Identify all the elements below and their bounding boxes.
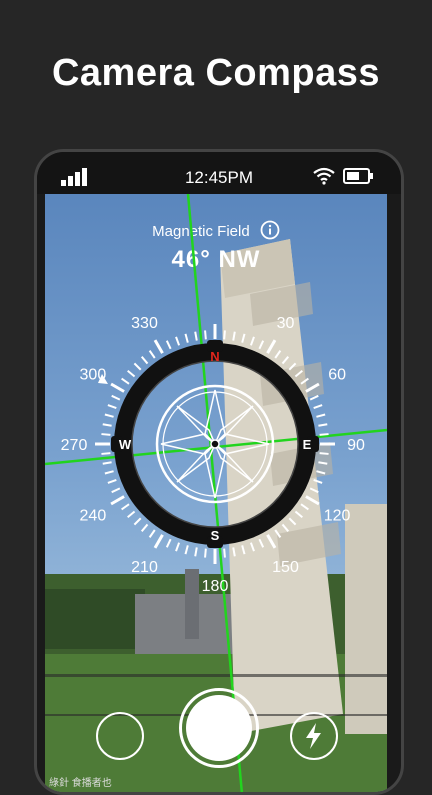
compass-tick: [121, 503, 130, 511]
degree-label-330: 330: [131, 315, 158, 332]
compass-tick: [223, 548, 226, 558]
compass-tick: [153, 534, 164, 549]
compass-tick: [319, 452, 329, 455]
compass-tick: [266, 534, 277, 549]
cardinal-e: E: [303, 437, 312, 452]
compass-tick: [309, 487, 319, 494]
compass-tick: [127, 369, 136, 378]
compass-tick: [316, 470, 326, 475]
compass-tick: [101, 452, 111, 455]
compass-tick: [111, 487, 121, 494]
compass-tick: [102, 461, 112, 465]
compass-tick: [318, 461, 328, 465]
compass-tick: [184, 333, 189, 343]
compass-tick: [309, 394, 319, 401]
compass-tick: [313, 404, 323, 410]
degree-label-120: 120: [324, 508, 351, 525]
compass-tick: [153, 339, 164, 354]
wifi-icon: [313, 167, 335, 185]
phone-frame: 12:45PM Magnetic Field 46° NW N E S W 30…: [34, 149, 404, 795]
compass-tick: [104, 470, 114, 475]
compass-tick: [319, 433, 329, 436]
compass-tick: [294, 369, 303, 378]
compass-tick: [241, 333, 246, 343]
compass-tick: [274, 350, 282, 359]
compass-tick: [148, 350, 156, 359]
compass-tick: [258, 340, 265, 350]
compass-tick: [305, 382, 320, 393]
compass-tick: [133, 362, 142, 371]
compass-tick: [194, 547, 198, 557]
compass-tick: [148, 529, 156, 538]
compass-tick: [249, 336, 255, 346]
degree-label-90: 90: [347, 437, 365, 454]
promo-title: Camera Compass: [51, 52, 381, 94]
compass-tick: [204, 330, 207, 340]
compass-tick: [110, 382, 125, 393]
compass-tick: [300, 503, 309, 511]
battery-icon: [343, 168, 373, 184]
compass-tick: [294, 510, 303, 519]
flash-icon: [306, 723, 321, 749]
degree-label-240: 240: [80, 508, 107, 525]
compass-tick: [194, 331, 198, 341]
degree-label-60: 60: [328, 367, 346, 384]
compass-tick: [281, 356, 290, 365]
compass-tick: [305, 495, 320, 506]
compass-tick: [249, 542, 255, 552]
compass-tick: [175, 336, 181, 346]
compass-tick: [140, 523, 149, 532]
compass-tick: [102, 423, 112, 427]
compass-tick: [110, 495, 125, 506]
compass-tick: [281, 523, 290, 532]
degree-label-210: 210: [131, 559, 158, 576]
cardinal-s: S: [211, 528, 220, 543]
compass-tick: [121, 377, 130, 385]
compass-tick: [300, 377, 309, 385]
shutter-button[interactable]: [186, 695, 252, 761]
compass-tick: [204, 548, 207, 558]
degree-label-30: 30: [277, 315, 295, 332]
compass-tick: [104, 413, 114, 418]
compass-tick: [232, 331, 236, 341]
compass-tick: [184, 545, 189, 555]
flash-button[interactable]: [290, 712, 338, 760]
compass-tick: [175, 542, 181, 552]
compass-tick: [133, 517, 142, 526]
degree-label-300: 300: [80, 367, 107, 384]
degree-label-270: 270: [61, 437, 88, 454]
degree-label-150: 150: [272, 559, 299, 576]
compass-tick: [127, 510, 136, 519]
compass-tick: [107, 478, 117, 484]
compass-tick: [232, 547, 236, 557]
compass-tick: [101, 433, 111, 436]
compass-tick: [111, 394, 121, 401]
compass-tick: [288, 362, 297, 371]
compass-tick: [274, 529, 282, 538]
compass-tick: [140, 356, 149, 365]
compass-tick: [241, 545, 246, 555]
compass-tick: [165, 538, 172, 548]
watermark: 綠針 食播者也: [49, 778, 112, 789]
cardinal-w: W: [119, 437, 132, 452]
gallery-button[interactable]: [96, 712, 144, 760]
status-bar: 12:45PM: [37, 152, 401, 194]
compass-tick: [288, 517, 297, 526]
compass-tick: [165, 340, 172, 350]
compass-tick: [316, 413, 326, 418]
compass-tick: [318, 423, 328, 427]
compass-tick: [223, 330, 226, 340]
degree-label-180: 180: [202, 578, 229, 595]
camera-viewfinder[interactable]: Magnetic Field 46° NW N E S W 30 60 90 1…: [45, 194, 387, 792]
cardinal-n: N: [210, 349, 219, 364]
compass-tick: [313, 478, 323, 484]
compass-tick: [258, 538, 265, 548]
compass-tick: [266, 339, 277, 354]
compass-tick: [107, 404, 117, 410]
